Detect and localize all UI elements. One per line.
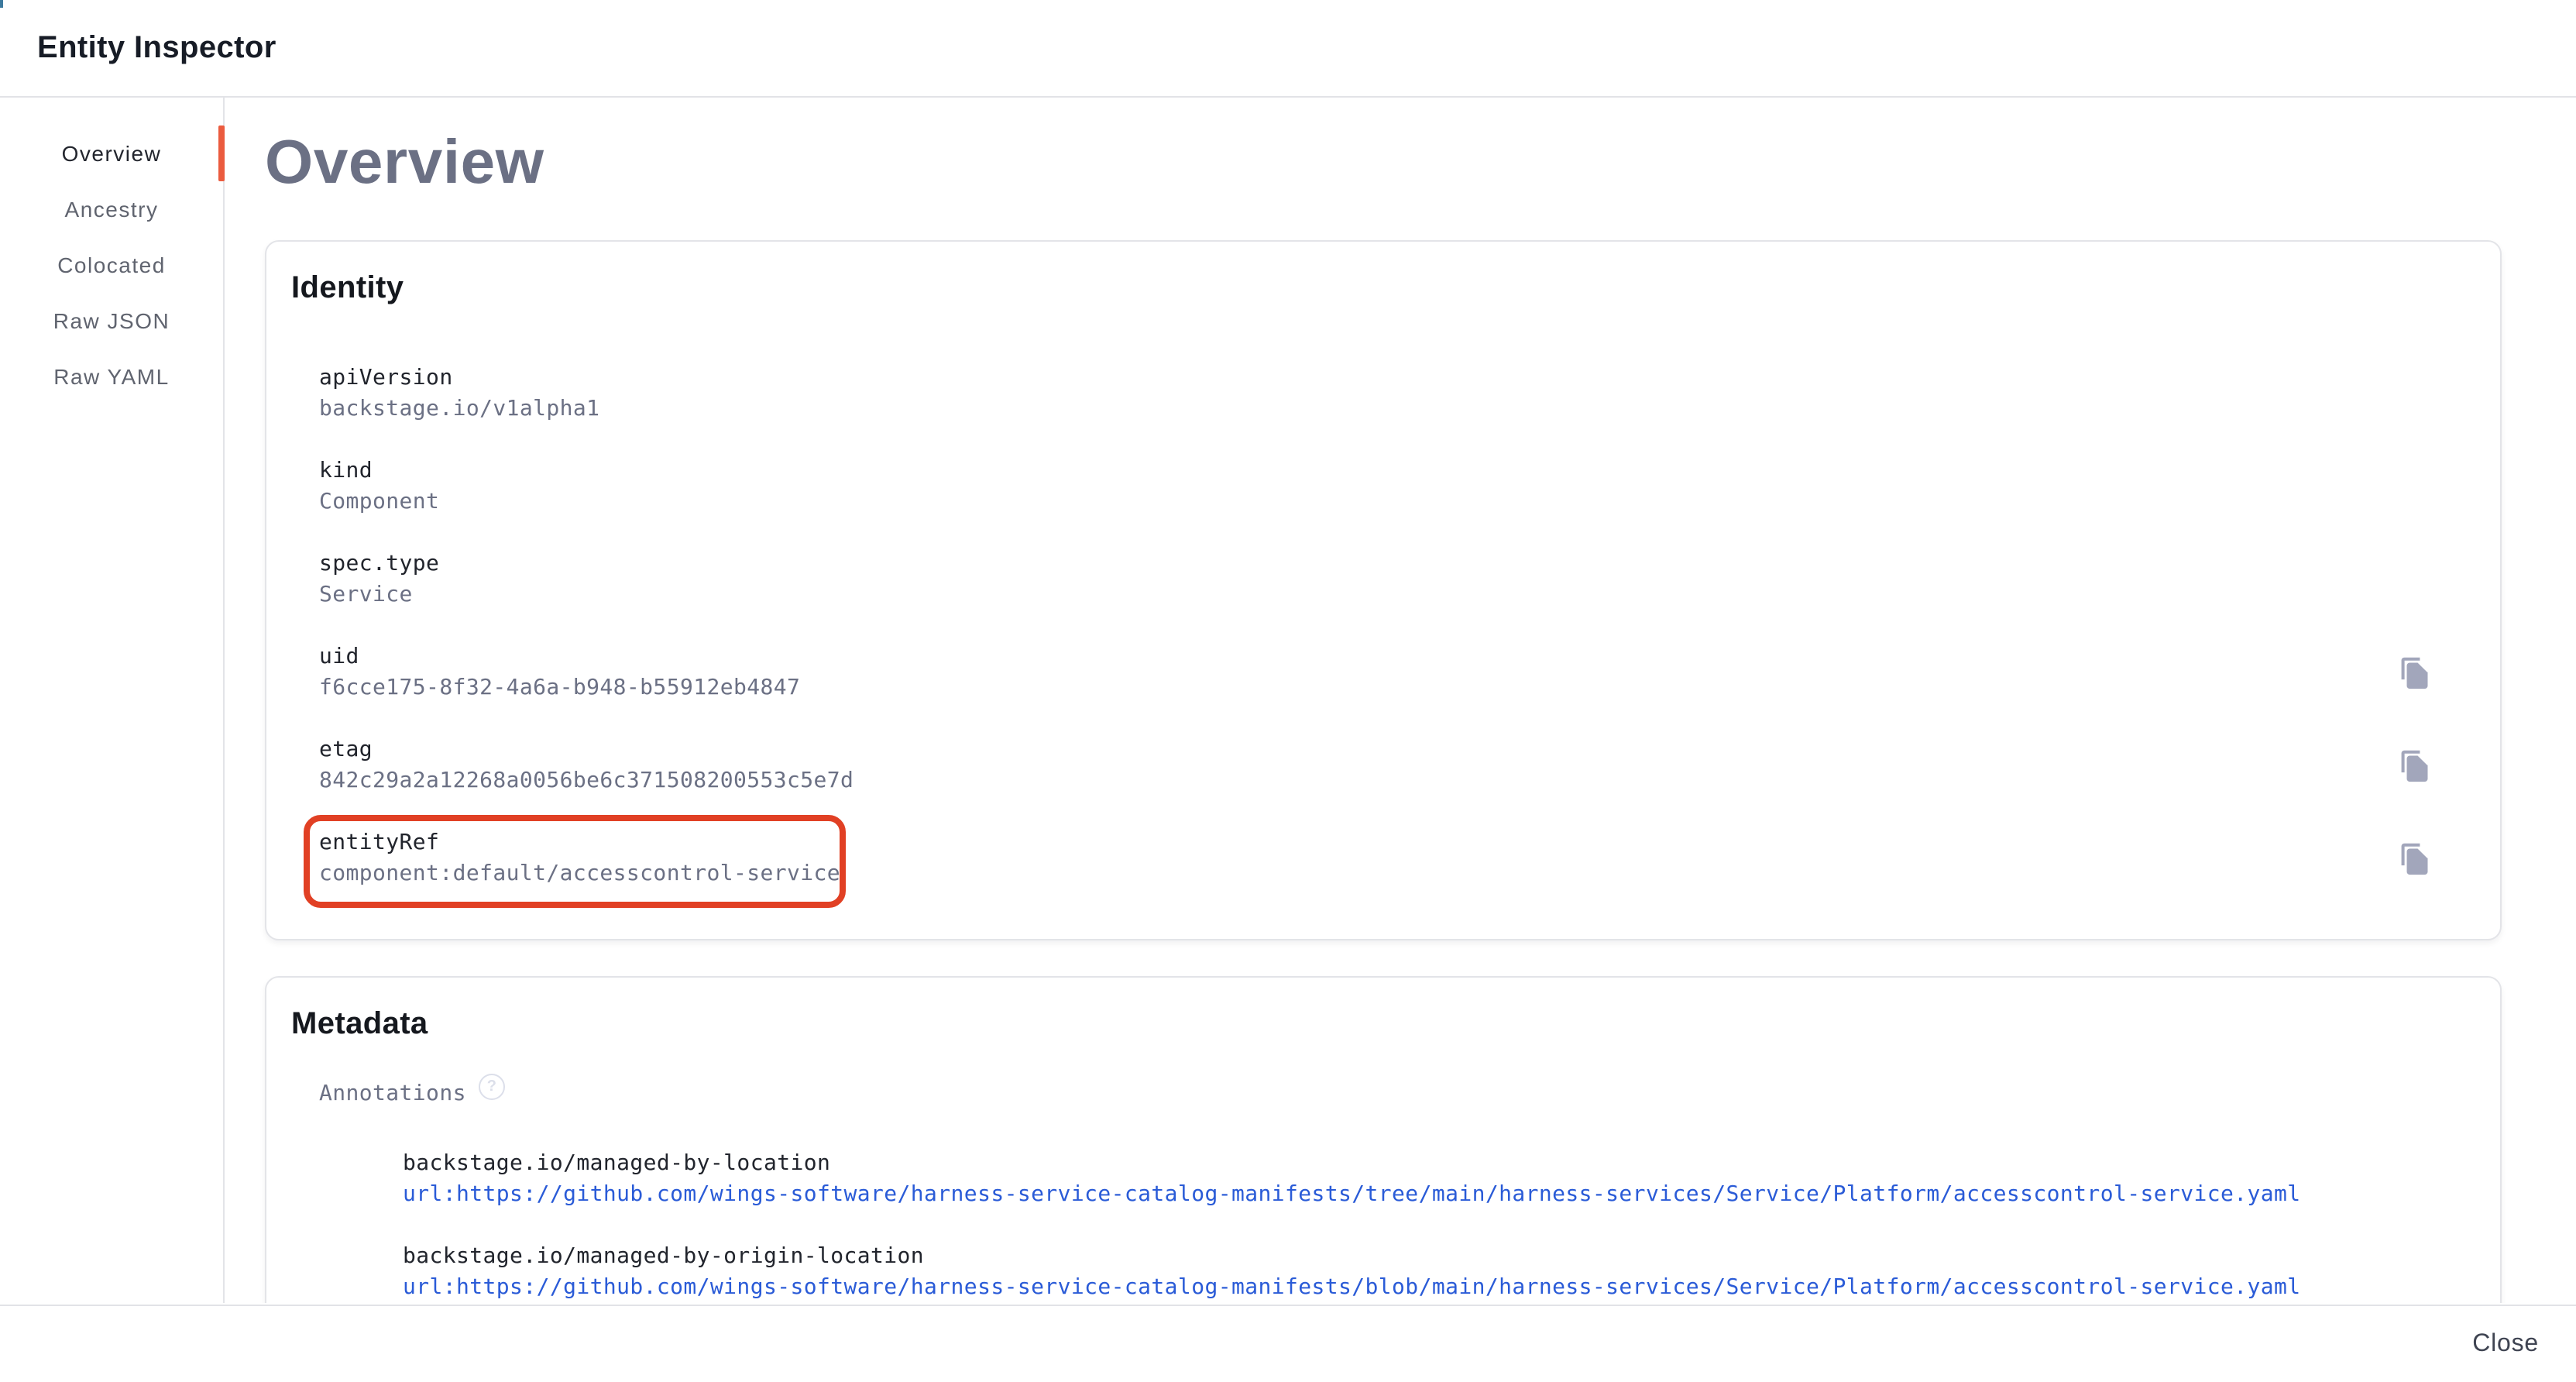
dialog-header: Entity Inspector	[0, 0, 2576, 98]
copy-entityref-button[interactable]	[2398, 841, 2432, 875]
close-button[interactable]: Close	[2466, 1321, 2545, 1367]
identity-card-title: Identity	[291, 270, 2475, 307]
field-label: entityRef	[319, 827, 2475, 858]
annotation-link[interactable]: url:https://github.com/wings-software/ha…	[403, 1275, 2301, 1300]
field-value: backstage.io/v1alpha1	[319, 394, 2475, 425]
annotation-link[interactable]: url:https://github.com/wings-software/ha…	[403, 1182, 2301, 1207]
copy-icon	[2398, 655, 2432, 689]
field-label: uid	[319, 641, 2475, 672]
annotations-label: Annotations	[319, 1078, 466, 1109]
identity-fields: apiVersion backstage.io/v1alpha1 kind Co…	[319, 363, 2475, 889]
active-tab-indicator	[218, 125, 225, 181]
field-value: Service	[319, 579, 2475, 610]
copy-uid-button[interactable]	[2398, 655, 2432, 689]
metadata-card: Metadata Annotations ? backstage.io/mana…	[265, 976, 2502, 1303]
field-uid: uid f6cce175-8f32-4a6a-b948-b55912eb4847	[319, 641, 2475, 703]
tab-raw-json[interactable]: Raw JSON	[0, 293, 223, 349]
field-label: etag	[319, 734, 2475, 765]
annotations-section: Annotations ?	[319, 1078, 2475, 1109]
field-entityref: entityRef component:default/accesscontro…	[319, 827, 2475, 889]
metadata-card-title: Metadata	[291, 1006, 2475, 1043]
annotation-value: url:https://github.com/wings-software/ha…	[403, 1272, 2475, 1303]
dialog-footer: Close	[0, 1305, 2576, 1382]
dialog-body: Overview Ancestry Colocated Raw JSON Raw…	[0, 98, 2576, 1303]
annotation-value: url:https://github.com/wings-software/ha…	[403, 1179, 2475, 1210]
field-value: component:default/accesscontrol-service	[319, 858, 2475, 889]
copy-icon	[2398, 841, 2432, 875]
field-value: f6cce175-8f32-4a6a-b948-b55912eb4847	[319, 672, 2475, 703]
annotation-row: backstage.io/managed-by-location url:htt…	[403, 1148, 2475, 1210]
tab-ancestry[interactable]: Ancestry	[0, 181, 223, 237]
annotation-key: backstage.io/managed-by-location	[403, 1148, 2475, 1179]
field-spec-type: spec.type Service	[319, 548, 2475, 610]
annotation-key: backstage.io/managed-by-origin-location	[403, 1241, 2475, 1272]
identity-card: Identity apiVersion backstage.io/v1alpha…	[265, 240, 2502, 940]
field-kind: kind Component	[319, 456, 2475, 517]
copy-etag-button[interactable]	[2398, 748, 2432, 782]
entity-inspector-dialog: Entity Inspector Overview Ancestry Coloc…	[0, 0, 2576, 1382]
field-label: kind	[319, 456, 2475, 486]
field-apiversion: apiVersion backstage.io/v1alpha1	[319, 363, 2475, 425]
tab-colocated[interactable]: Colocated	[0, 237, 223, 293]
field-label: apiVersion	[319, 363, 2475, 394]
overview-panel: Overview Identity apiVersion backstage.i…	[225, 98, 2576, 1303]
field-etag: etag 842c29a2a12268a0056be6c371508200553…	[319, 734, 2475, 796]
field-label: spec.type	[319, 548, 2475, 579]
field-value: 842c29a2a12268a0056be6c371508200553c5e7d	[319, 765, 2475, 796]
help-circle-icon[interactable]: ?	[479, 1074, 505, 1100]
annotations-list: backstage.io/managed-by-location url:htt…	[403, 1148, 2475, 1303]
copy-icon	[2398, 748, 2432, 782]
screen-artifact	[0, 0, 3, 8]
field-value: Component	[319, 486, 2475, 517]
tab-overview[interactable]: Overview	[0, 125, 223, 181]
tabs-sidebar: Overview Ancestry Colocated Raw JSON Raw…	[0, 98, 225, 1303]
annotation-row: backstage.io/managed-by-origin-location …	[403, 1241, 2475, 1303]
page-title: Overview	[265, 125, 2502, 200]
tab-raw-yaml[interactable]: Raw YAML	[0, 349, 223, 404]
dialog-title: Entity Inspector	[37, 30, 276, 66]
